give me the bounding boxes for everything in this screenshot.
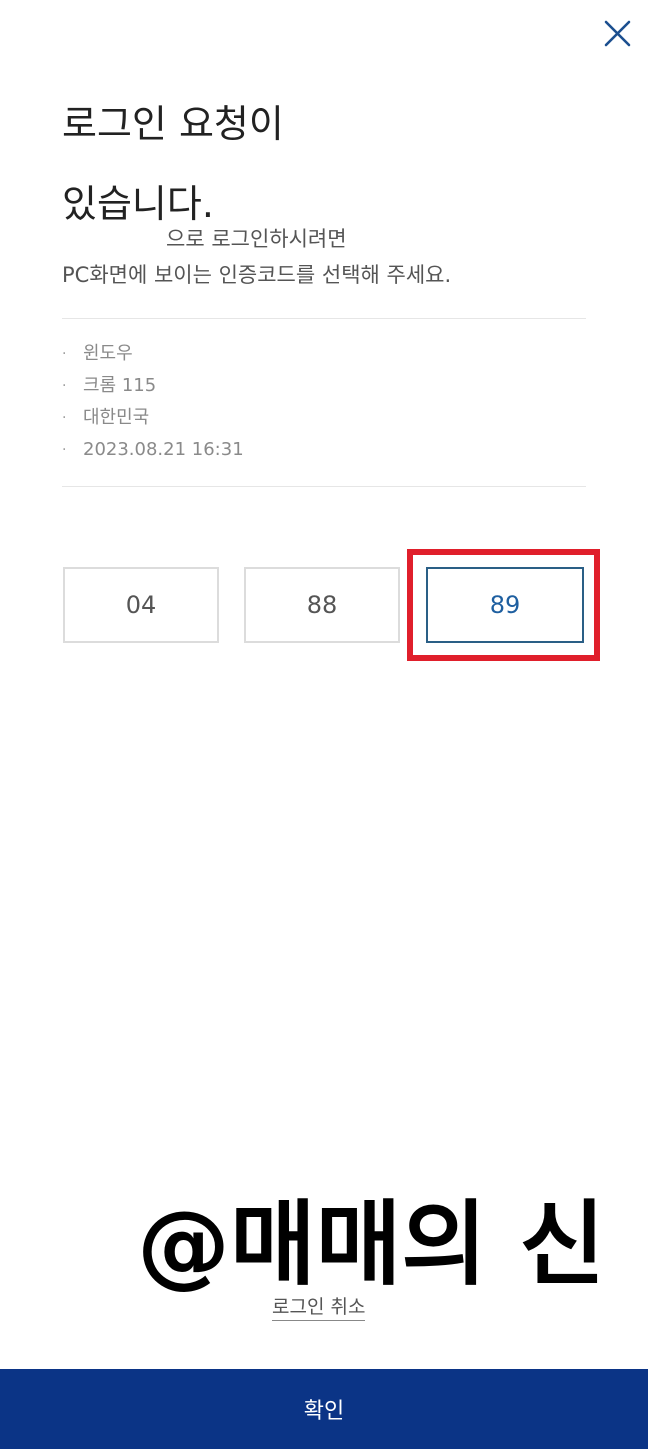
info-item-os: · 윈도우 [62, 338, 244, 370]
cancel-login-link[interactable]: 로그인 취소 [272, 1294, 366, 1321]
description: 으로 로그인하시려면 PC화면에 보이는 인증코드를 선택해 주세요. [62, 221, 602, 293]
close-icon [604, 20, 631, 47]
page-title: 로그인 요청이 있습니다. [62, 84, 284, 244]
code-option-1[interactable]: 04 [63, 567, 219, 643]
info-item-label: 2023.08.21 16:31 [83, 439, 244, 460]
info-item-country: · 대한민국 [62, 402, 244, 434]
info-item-label: 크롬 115 [83, 375, 157, 396]
watermark: @매매의 신 [137, 1189, 607, 1292]
close-button[interactable] [598, 14, 636, 52]
info-item-label: 대한민국 [83, 407, 150, 428]
description-line-1: 으로 로그인하시려면 [166, 227, 347, 251]
divider-top [62, 318, 586, 319]
bullet: · [62, 346, 67, 362]
confirm-button[interactable]: 확인 [0, 1369, 648, 1449]
login-info-list: · 윈도우 · 크롬 115 · 대한민국 · 2023.08.21 16:31 [62, 338, 244, 466]
watermark-text: @매매의 신 [137, 1191, 605, 1292]
confirm-button-label: 확인 [303, 1399, 345, 1424]
code-option-2[interactable]: 88 [244, 567, 400, 643]
divider-bottom [62, 486, 586, 487]
bullet: · [62, 378, 67, 394]
bullet: · [62, 410, 67, 426]
info-item-datetime: · 2023.08.21 16:31 [62, 434, 244, 466]
info-item-label: 윈도우 [83, 343, 133, 364]
info-item-browser: · 크롬 115 [62, 370, 244, 402]
code-option-3-selected[interactable]: 89 [426, 567, 584, 643]
bullet: · [62, 442, 67, 458]
title-line-1: 로그인 요청이 [62, 102, 284, 146]
description-line-2: PC화면에 보이는 인증코드를 선택해 주세요. [62, 263, 452, 287]
